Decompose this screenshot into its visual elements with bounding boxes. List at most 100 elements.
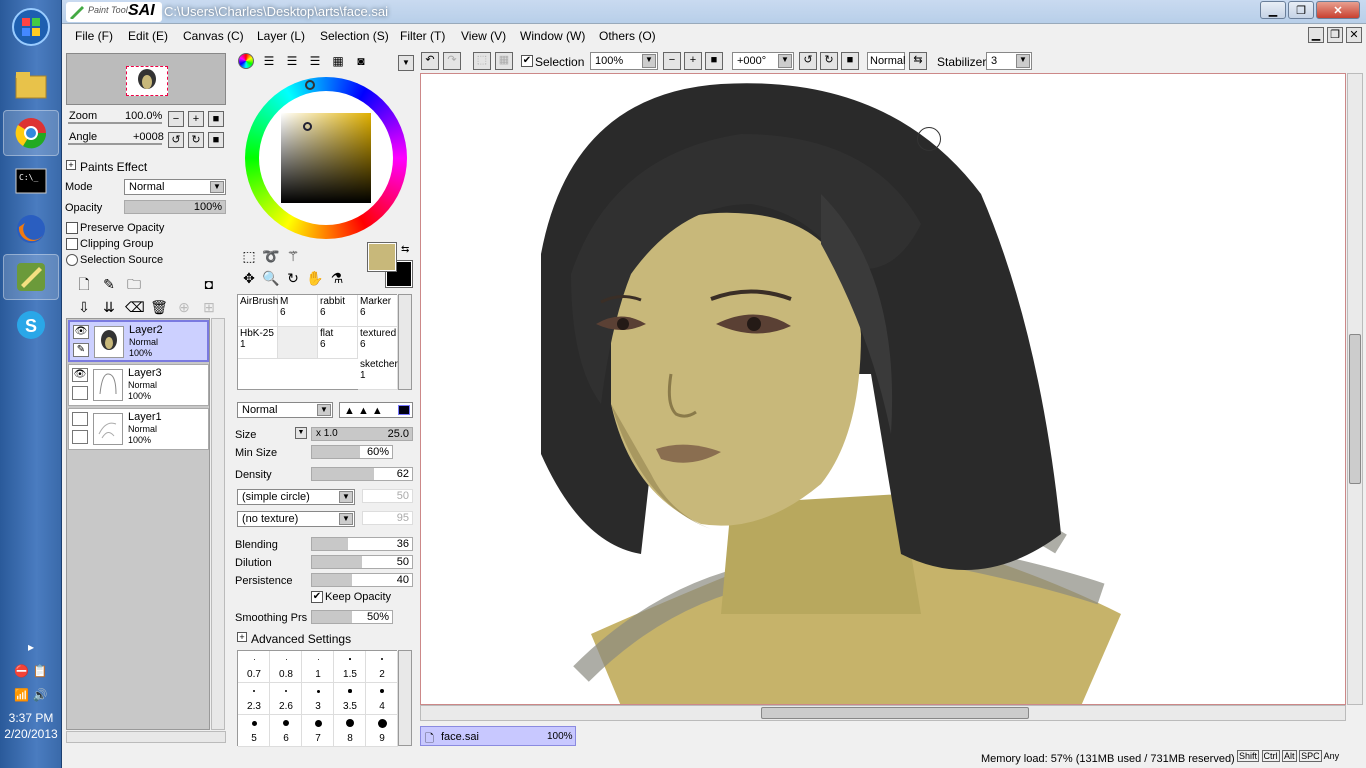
brush-size-cell[interactable]: 2.6 xyxy=(270,683,302,715)
brush-size-cell[interactable]: 8 xyxy=(334,715,366,747)
zoom-slider[interactable] xyxy=(68,122,162,124)
toolbar-rotate-reset-button[interactable]: ■ xyxy=(841,52,859,70)
color-cursor[interactable] xyxy=(303,122,312,131)
hsv-slider-icon[interactable]: ☰ xyxy=(283,52,301,70)
zoom-select[interactable]: 100% ▼ xyxy=(590,52,658,70)
size-slider[interactable]: x 1.0 25.0 xyxy=(311,427,413,441)
tray-expand-icon[interactable]: ▸ xyxy=(0,640,62,654)
brush-airbrush[interactable]: AirBrush xyxy=(238,295,278,327)
navigator-viewport[interactable] xyxy=(126,66,168,96)
brush-m[interactable]: M6 xyxy=(278,295,318,327)
menu-selection[interactable]: Selection (S) xyxy=(320,29,389,43)
brush-size-cell[interactable]: 0.8 xyxy=(270,651,302,683)
brush-size-cell[interactable]: 5 xyxy=(238,715,270,747)
select-rect-icon[interactable]: ⬚ xyxy=(240,247,258,265)
view-mode-select[interactable]: Normal xyxy=(867,52,905,70)
clipping-group-checkbox[interactable] xyxy=(66,238,78,250)
restore-button[interactable]: ❐ xyxy=(1288,1,1314,19)
mode-select[interactable]: Normal ▼ xyxy=(124,179,226,195)
edit-slot[interactable] xyxy=(72,430,88,444)
menu-view[interactable]: View (V) xyxy=(461,29,506,43)
keep-opacity-checkbox[interactable]: ✔ xyxy=(311,591,323,603)
brush-flat[interactable]: flat 6 xyxy=(318,327,358,359)
hue-cursor[interactable] xyxy=(305,80,315,90)
smoothing-slider[interactable]: 50% xyxy=(311,610,393,624)
canvas-vscrollbar[interactable] xyxy=(1347,73,1363,705)
navigator-preview[interactable] xyxy=(66,53,226,105)
layer-item-layer3[interactable]: 👁 Layer3 Normal 100% xyxy=(68,364,209,406)
invert-selection-button[interactable]: ▦ xyxy=(495,52,513,70)
minimize-button[interactable]: ▁ xyxy=(1260,1,1286,19)
menu-window[interactable]: Window (W) xyxy=(520,29,585,43)
flip-horizontal-button[interactable]: ⇆ xyxy=(909,52,927,70)
brush-size-cell[interactable]: 2 xyxy=(366,651,398,683)
brush-blend-select[interactable]: Normal ▼ xyxy=(237,402,333,418)
rotate-right-button[interactable]: ↻ xyxy=(188,132,204,148)
clock-time[interactable]: 3:37 PM xyxy=(0,711,62,725)
eyedropper-icon[interactable]: ⚗ xyxy=(328,269,346,287)
angle-select[interactable]: +000° ▼ xyxy=(732,52,794,70)
rotate-reset-button[interactable]: ■ xyxy=(208,132,224,148)
preserve-opacity-checkbox[interactable] xyxy=(66,222,78,234)
network-volume-icons[interactable]: 📶 🔊 xyxy=(0,688,62,702)
layer-item-layer1[interactable]: Layer1 Normal 100% xyxy=(68,408,209,450)
brush-shape-select[interactable]: (simple circle) ▼ xyxy=(237,489,355,505)
toolbar-zoom-out-button[interactable]: − xyxy=(663,52,681,70)
toolbar-zoom-reset-button[interactable]: ■ xyxy=(705,52,723,70)
toolbar-rotate-right-button[interactable]: ↻ xyxy=(820,52,838,70)
paints-effect-expand-icon[interactable]: + xyxy=(66,160,76,170)
brush-size-cell[interactable]: 0.7 xyxy=(238,651,270,683)
skype-icon[interactable]: S xyxy=(3,302,59,348)
saturation-value-square[interactable] xyxy=(281,113,371,203)
move-icon[interactable]: ✥ xyxy=(240,269,258,287)
document-tab[interactable]: 🗋 face.sai 100% xyxy=(420,726,576,746)
density-slider[interactable]: 62 xyxy=(311,467,413,481)
clock-date[interactable]: 2/20/2013 xyxy=(0,727,62,741)
brush-empty[interactable] xyxy=(278,327,318,359)
hue-ring[interactable] xyxy=(245,77,407,239)
deselect-button[interactable]: ⬚ xyxy=(473,52,491,70)
sai-icon[interactable] xyxy=(3,254,59,300)
brush-size-cell[interactable]: 2.3 xyxy=(238,683,270,715)
blending-slider[interactable]: 36 xyxy=(311,537,413,551)
show-selection-checkbox[interactable]: ✔ xyxy=(521,55,533,67)
windows-start-icon[interactable] xyxy=(3,4,59,50)
menu-edit[interactable]: Edit (E) xyxy=(128,29,168,43)
menu-canvas[interactable]: Canvas (C) xyxy=(183,29,244,43)
brush-size-cell[interactable]: 3.5 xyxy=(334,683,366,715)
layer-item-layer2[interactable]: 👁 ✎ Layer2 Normal 100% xyxy=(68,320,209,362)
toolbar-zoom-in-button[interactable]: + xyxy=(684,52,702,70)
magic-wand-icon[interactable]: ⚚ xyxy=(284,247,302,265)
shape-strength-slider[interactable]: 50 xyxy=(362,489,413,503)
canvas-vscroll-thumb[interactable] xyxy=(1349,334,1361,484)
stabilizer-select[interactable]: 3 ▼ xyxy=(986,52,1032,70)
brush-shape-selector[interactable]: ▲ ▲ ▲ xyxy=(339,402,413,418)
brush-size-cell[interactable]: 3 xyxy=(302,683,334,715)
opacity-slider[interactable]: 100% xyxy=(124,200,226,214)
brush-size-cell[interactable]: 6 xyxy=(270,715,302,747)
brush-hbk25[interactable]: HbK-25 1 xyxy=(238,327,278,359)
swap-colors-icon[interactable]: ⇆ xyxy=(401,244,409,255)
primary-color-swatch[interactable] xyxy=(367,242,397,272)
brush-size-cell[interactable]: 1.5 xyxy=(334,651,366,683)
menu-layer[interactable]: Layer (L) xyxy=(257,29,305,43)
swatches-icon[interactable]: ▦ xyxy=(329,52,347,70)
clear-layer-icon[interactable]: ⌫ xyxy=(125,298,145,316)
zoom-in-button[interactable]: + xyxy=(188,111,204,127)
zoom-reset-button[interactable]: ■ xyxy=(208,111,224,127)
menu-filter[interactable]: Filter (T) xyxy=(400,29,445,43)
visibility-eye-icon[interactable]: 👁 xyxy=(72,368,88,382)
new-linework-layer-icon[interactable]: ✎ xyxy=(100,275,118,293)
rotate-icon[interactable]: ↻ xyxy=(284,269,302,287)
close-button[interactable]: ✕ xyxy=(1316,1,1360,19)
dilution-slider[interactable]: 50 xyxy=(311,555,413,569)
brush-sketcher[interactable]: sketcher 1 xyxy=(358,358,398,390)
visibility-eye-icon[interactable]: 👁 xyxy=(73,325,89,339)
mdi-minimize-button[interactable]: ▁ xyxy=(1308,27,1324,43)
angle-slider[interactable] xyxy=(68,143,162,145)
zoom-icon[interactable]: 🔍 xyxy=(262,269,280,287)
selection-source-radio[interactable] xyxy=(66,254,78,266)
min-size-slider[interactable]: 60% xyxy=(311,445,393,459)
hand-icon[interactable]: ✋ xyxy=(306,269,324,287)
explorer-icon[interactable] xyxy=(3,62,59,108)
